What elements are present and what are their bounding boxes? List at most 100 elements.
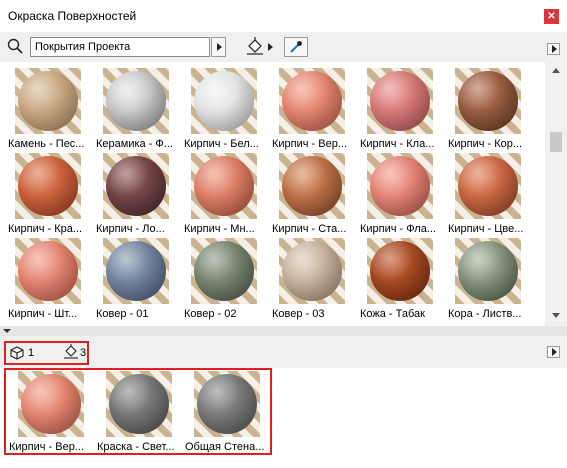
material-label: Кожа - Табак — [360, 308, 425, 320]
used-materials-bar: 1 3 — [0, 336, 567, 368]
triangle-right-icon — [552, 348, 557, 356]
material-sphere — [106, 156, 166, 216]
material-sphere — [282, 241, 342, 301]
material-thumbnail — [191, 153, 257, 219]
material-label: Кирпич - Фла... — [360, 223, 436, 235]
material-tile[interactable]: Кожа - Табак — [360, 238, 446, 324]
material-thumbnail — [455, 238, 521, 304]
material-tile[interactable]: Кирпич - Кра... — [8, 153, 94, 239]
material-sphere — [18, 241, 78, 301]
material-label: Общая Стена... — [185, 441, 265, 453]
panel-menu-button[interactable] — [547, 43, 560, 55]
material-label: Кирпич - Бел... — [184, 138, 259, 150]
material-label: Кирпич - Цве... — [448, 223, 524, 235]
material-sphere — [194, 241, 254, 301]
close-button[interactable]: ✕ — [544, 9, 559, 24]
vertical-scrollbar[interactable] — [545, 62, 567, 326]
material-tile[interactable]: Керамика - Ф... — [96, 68, 182, 154]
material-tile[interactable]: Кирпич - Бел... — [184, 68, 270, 154]
used-materials-grid: Кирпич - Вер... Краска - Свет... Общая С… — [0, 368, 567, 468]
collapse-triangle-icon[interactable] — [3, 329, 11, 333]
material-sphere — [458, 71, 518, 131]
material-label: Кирпич - Мн... — [184, 223, 255, 235]
title-bar: Окраска Поверхностей ✕ — [0, 0, 567, 32]
material-thumbnail — [367, 153, 433, 219]
material-thumbnail — [279, 153, 345, 219]
material-label: Кирпич - Шт... — [8, 308, 78, 320]
toolbar: Покрытия Проекта — [0, 32, 567, 62]
material-tile[interactable]: Кора - Листв... — [448, 238, 534, 324]
material-sphere — [282, 156, 342, 216]
material-thumbnail — [15, 153, 81, 219]
material-tile[interactable]: Кирпич - Фла... — [360, 153, 446, 239]
material-sphere — [370, 71, 430, 131]
material-tile[interactable]: Кирпич - Ло... — [96, 153, 182, 239]
material-thumbnail — [367, 68, 433, 134]
material-label: Ковер - 01 — [96, 308, 149, 320]
window-title: Окраска Поверхностей — [8, 9, 137, 23]
material-sphere — [106, 241, 166, 301]
paint-count: 3 — [80, 347, 87, 359]
material-sphere — [458, 156, 518, 216]
material-thumbnail — [106, 371, 172, 437]
material-sphere — [370, 241, 430, 301]
material-sphere — [458, 241, 518, 301]
used-material-tile[interactable]: Общая Стена... — [185, 371, 273, 457]
panel-splitter[interactable] — [0, 326, 567, 336]
material-tile[interactable]: Кирпич - Кор... — [448, 68, 534, 154]
material-thumbnail — [103, 238, 169, 304]
material-tile[interactable]: Камень - Пес... — [8, 68, 94, 154]
material-tile[interactable]: Кирпич - Вер... — [272, 68, 358, 154]
material-label: Камень - Пес... — [8, 138, 85, 150]
material-tile[interactable]: Кирпич - Мн... — [184, 153, 270, 239]
material-sphere — [194, 71, 254, 131]
material-tile[interactable]: Ковер - 03 — [272, 238, 358, 324]
material-sphere — [197, 374, 257, 434]
used-material-tile[interactable]: Краска - Свет... — [97, 371, 185, 457]
material-sphere — [21, 374, 81, 434]
material-thumbnail — [103, 153, 169, 219]
used-panel-menu-button[interactable] — [547, 346, 560, 358]
material-thumbnail — [279, 68, 345, 134]
eyedropper-icon — [290, 41, 302, 53]
material-tile[interactable]: Кирпич - Шт... — [8, 238, 94, 324]
material-label: Ковер - 02 — [184, 308, 237, 320]
material-label: Керамика - Ф... — [96, 138, 173, 150]
material-label: Кирпич - Вер... — [272, 138, 348, 150]
material-thumbnail — [18, 371, 84, 437]
material-tile[interactable]: Кирпич - Цве... — [448, 153, 534, 239]
scroll-up-icon[interactable] — [552, 68, 560, 73]
material-label: Кирпич - Вер... — [9, 441, 85, 453]
material-thumbnail — [455, 153, 521, 219]
paint-bucket-icon[interactable] — [244, 37, 266, 57]
cube-icon — [10, 346, 24, 360]
material-thumbnail — [103, 68, 169, 134]
search-input[interactable]: Покрытия Проекта — [30, 37, 210, 57]
triangle-right-icon — [552, 45, 557, 53]
material-thumbnail — [15, 238, 81, 304]
material-label: Кирпич - Кор... — [448, 138, 523, 150]
material-tile[interactable]: Ковер - 02 — [184, 238, 270, 324]
material-tile[interactable]: Ковер - 01 — [96, 238, 182, 324]
material-thumbnail — [191, 238, 257, 304]
paint-bucket-icon — [64, 344, 78, 359]
material-thumbnail — [15, 68, 81, 134]
search-dropdown-button[interactable] — [211, 37, 226, 57]
materials-grid: Камень - Пес... Керамика - Ф... Кирпич -… — [0, 62, 545, 326]
eyedropper-button[interactable] — [284, 37, 308, 57]
material-label: Кирпич - Кра... — [8, 223, 83, 235]
material-thumbnail — [455, 68, 521, 134]
scroll-down-icon[interactable] — [552, 313, 560, 318]
material-tile[interactable]: Кирпич - Ста... — [272, 153, 358, 239]
material-thumbnail — [194, 371, 260, 437]
material-tile[interactable]: Кирпич - Кла... — [360, 68, 446, 154]
material-label: Кирпич - Ста... — [272, 223, 347, 235]
surfaces-count: 1 — [28, 347, 35, 359]
paint-menu-arrow-icon[interactable] — [268, 43, 273, 51]
used-material-tile[interactable]: Кирпич - Вер... — [9, 371, 97, 457]
scrollbar-thumb[interactable] — [550, 132, 562, 152]
material-sphere — [18, 156, 78, 216]
material-sphere — [109, 374, 169, 434]
search-icon[interactable] — [7, 38, 23, 54]
material-label: Краска - Свет... — [97, 441, 175, 453]
